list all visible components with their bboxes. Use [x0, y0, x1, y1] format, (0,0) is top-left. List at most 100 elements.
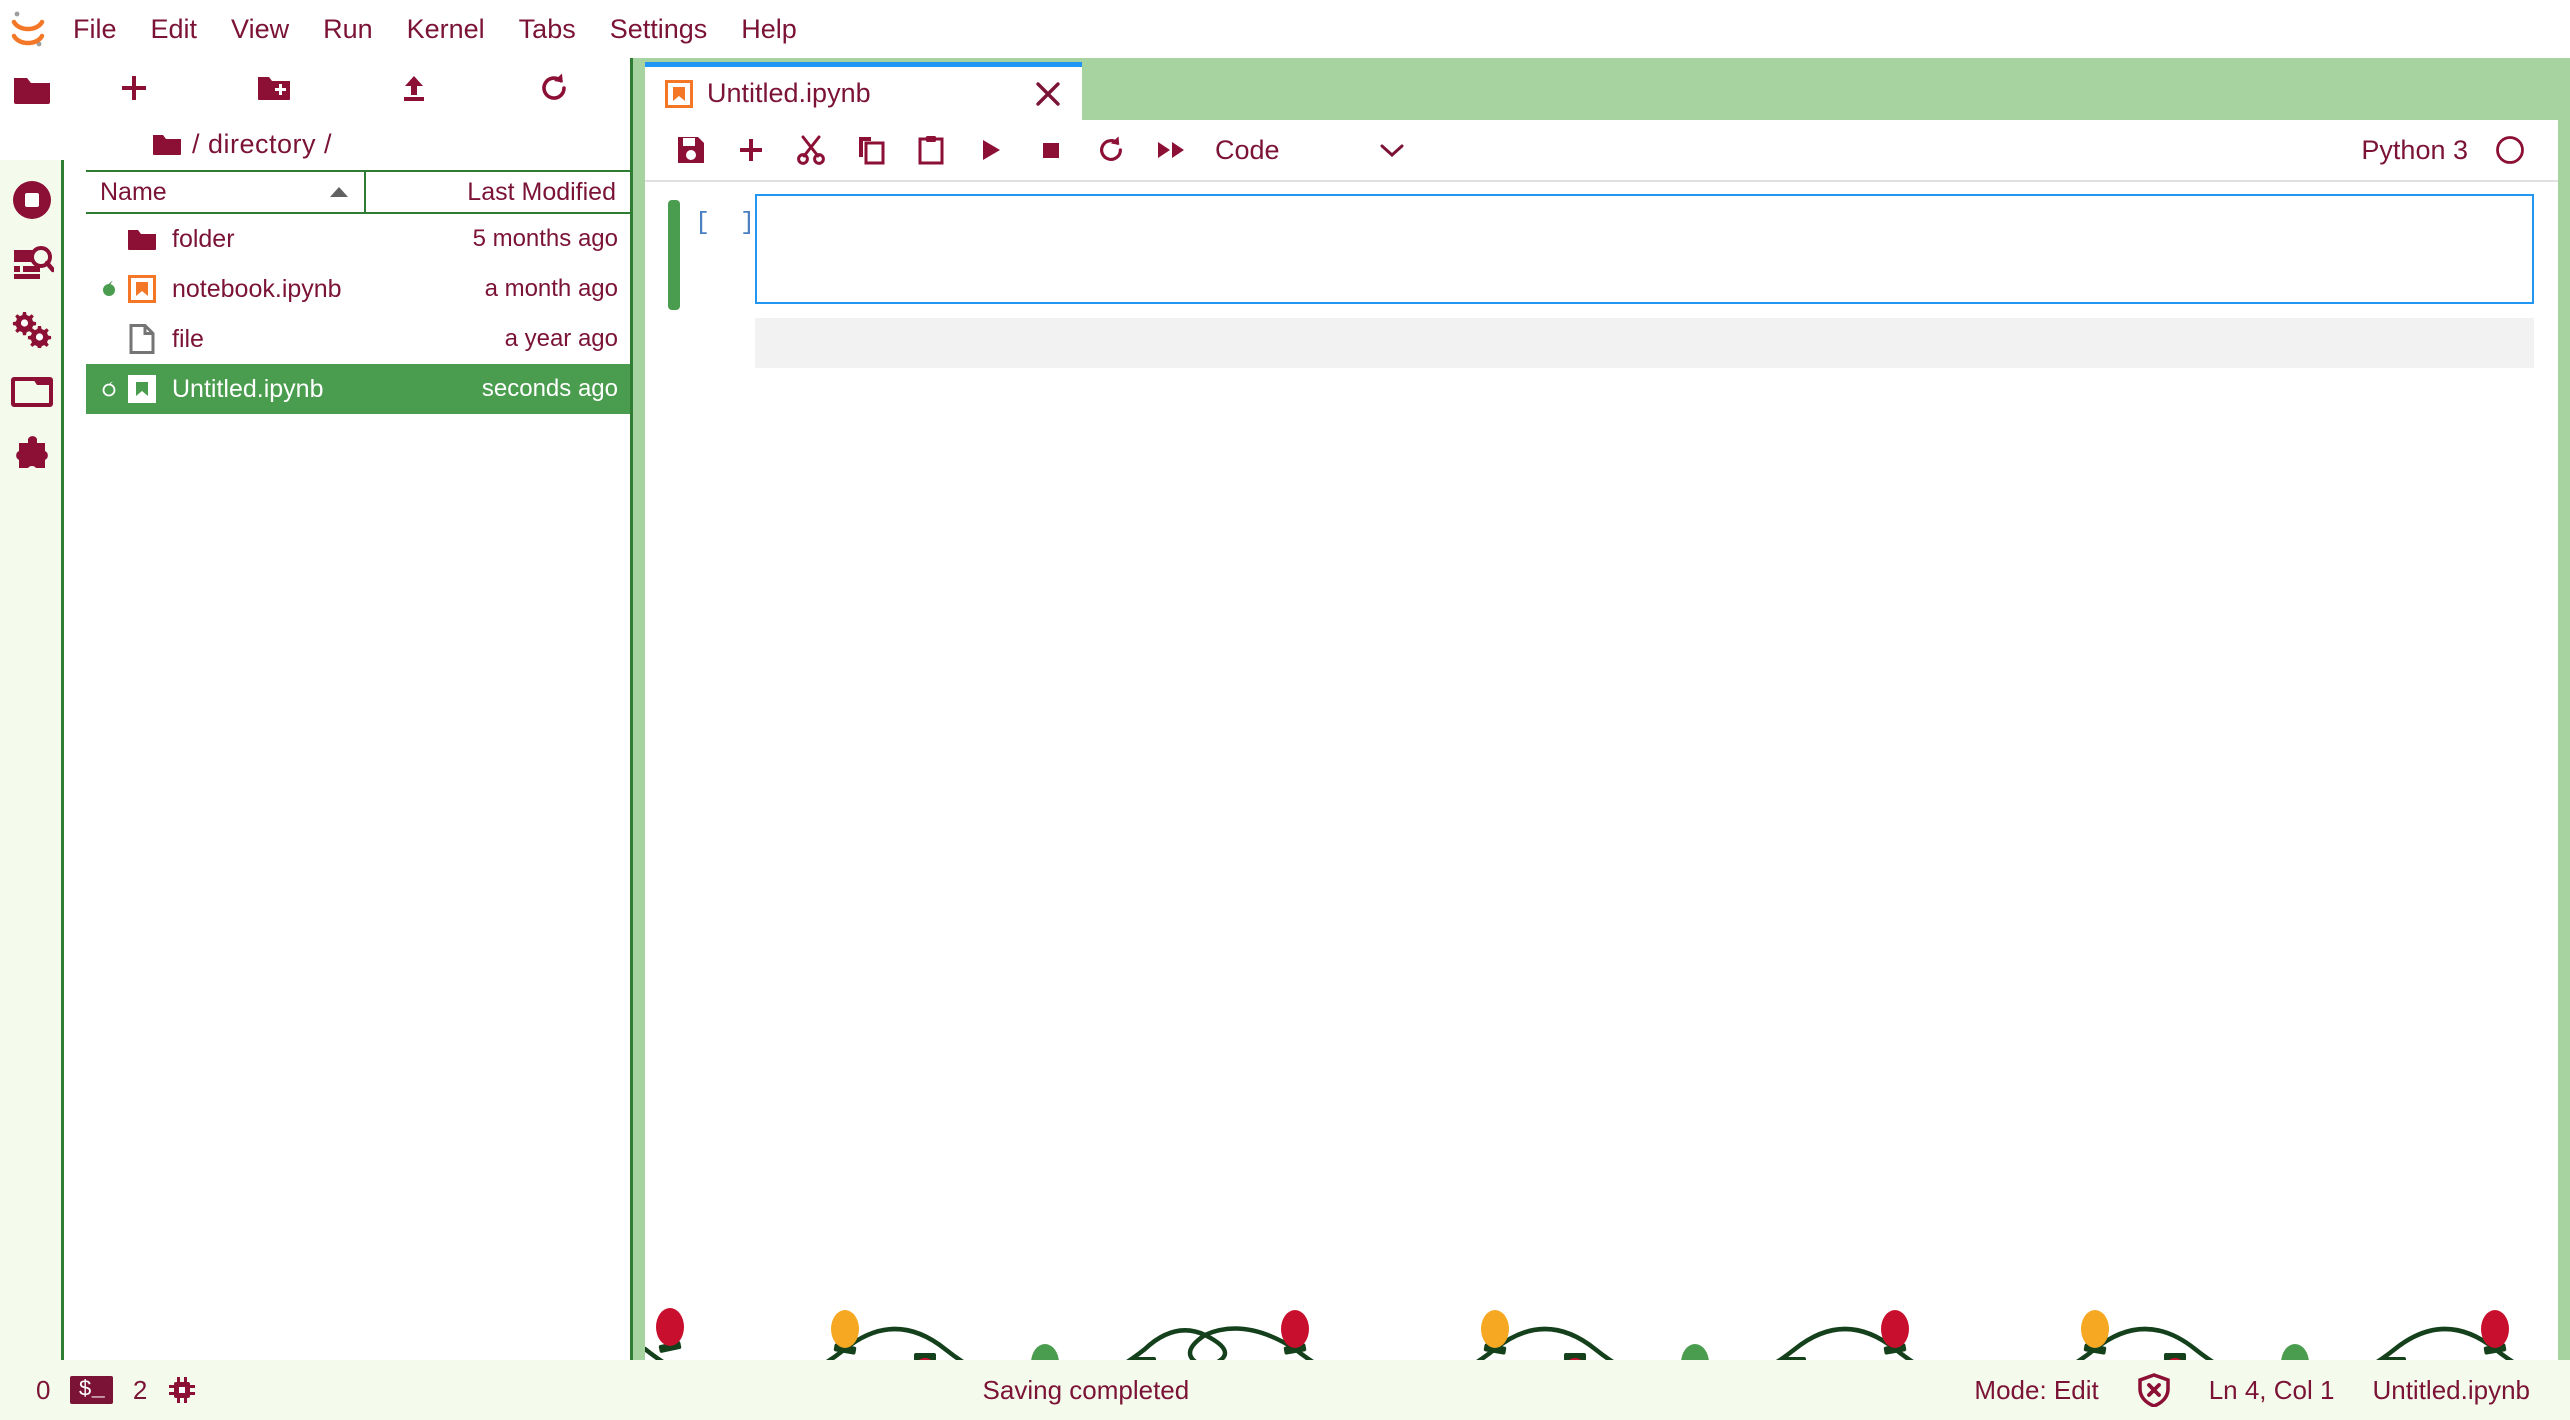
menu-item-view[interactable]: View — [214, 0, 306, 58]
kernel-indicator: Python 3 — [2361, 134, 2558, 166]
activity-bar — [0, 58, 64, 1420]
fast-forward-icon — [1158, 142, 1184, 158]
status-bar-center: Saving completed — [197, 1375, 1974, 1406]
list-item[interactable]: notebook.ipynb a month ago — [86, 264, 630, 314]
dock-area: Untitled.ipynb Code Python 3 []: — [633, 58, 2570, 1420]
refresh-icon — [542, 73, 566, 100]
status-bar-filename[interactable]: Untitled.ipynb — [2372, 1375, 2530, 1406]
bulb-red-up-4 — [2481, 1310, 2509, 1355]
tab-untitled-ipynb[interactable]: Untitled.ipynb — [645, 62, 1082, 120]
terminal-icon[interactable]: $_ — [70, 1376, 113, 1404]
cpu-chip-icon[interactable] — [167, 1375, 197, 1405]
save-button[interactable] — [661, 119, 721, 181]
list-item[interactable]: folder 5 months ago — [86, 214, 630, 264]
notebook-icon — [122, 275, 162, 303]
list-item-name: notebook.ipynb — [172, 274, 342, 303]
refresh-button[interactable] — [484, 58, 624, 118]
new-folder-button[interactable] — [204, 58, 344, 118]
list-item-name: file — [172, 324, 204, 353]
insert-cell-button[interactable] — [721, 119, 781, 181]
upload-button[interactable] — [344, 58, 484, 118]
list-item-modified: 5 months ago — [472, 225, 618, 252]
notebook-cell[interactable]: [ ]: — [645, 182, 2558, 310]
sidebar-item-extension-manager[interactable] — [0, 424, 64, 488]
breadcrumb-path: / directory / — [192, 128, 333, 159]
terminals-count[interactable]: 0 — [36, 1375, 50, 1406]
list-item-name: folder — [172, 224, 235, 253]
sidebar-item-open-tabs[interactable] — [0, 360, 64, 424]
gears-icon — [12, 312, 52, 348]
kernel-name[interactable]: Python 3 — [2361, 135, 2468, 166]
breadcrumb[interactable]: / directory / — [64, 118, 630, 170]
notebook-mode[interactable]: Mode: Edit — [1974, 1375, 2098, 1406]
file-browser-list: folder 5 months ago notebook.ipynb a mon… — [86, 214, 630, 414]
sidebar-item-table-of-contents[interactable] — [0, 232, 64, 296]
document-search-icon — [14, 246, 54, 279]
tab-bar: Untitled.ipynb — [633, 58, 2570, 120]
bulb-orange-up-3 — [2081, 1310, 2109, 1355]
file-browser-panel: / directory / Name Last Modified folder … — [64, 58, 633, 1360]
bulb-red-up-2 — [1281, 1310, 1309, 1355]
restart-and-run-all-button[interactable] — [1141, 119, 1201, 181]
upload-icon — [404, 76, 424, 101]
notebook-icon — [122, 375, 162, 403]
menu-item-kernel[interactable]: Kernel — [390, 0, 502, 58]
scissors-icon — [797, 135, 825, 165]
chevron-down-icon — [1380, 144, 1404, 158]
copy-cells-button[interactable] — [841, 119, 901, 181]
list-item-selected[interactable]: Untitled.ipynb seconds ago — [86, 364, 630, 414]
status-message: Saving completed — [982, 1374, 1190, 1405]
active-cell-indicator — [668, 200, 680, 310]
kernels-count[interactable]: 2 — [133, 1375, 147, 1406]
notebook-cell-list: [ ]: — [645, 182, 2558, 368]
restart-kernel-button[interactable] — [1081, 119, 1141, 181]
cell-code-editor[interactable] — [755, 194, 2534, 304]
sidebar-item-running-sessions[interactable] — [0, 296, 64, 360]
paste-cells-button[interactable] — [901, 119, 961, 181]
plus-icon — [122, 76, 146, 100]
kernel-running-dot-icon — [96, 280, 122, 298]
interrupt-kernel-button[interactable] — [1021, 119, 1081, 181]
menu-item-edit[interactable]: Edit — [134, 0, 215, 58]
cursor-position[interactable]: Ln 4, Col 1 — [2209, 1375, 2335, 1406]
file-browser-toolbar — [64, 58, 630, 118]
file-browser-header-row: Name Last Modified — [86, 170, 630, 214]
paste-icon — [918, 136, 944, 165]
menu-item-file[interactable]: File — [56, 0, 134, 58]
sidebar-item-file-browser[interactable] — [0, 58, 64, 122]
save-icon — [678, 137, 704, 163]
jupyterlab-window: File Edit View Run Kernel Tabs Settings … — [0, 0, 2570, 1420]
menu-item-settings[interactable]: Settings — [593, 0, 725, 58]
menu-bar: File Edit View Run Kernel Tabs Settings … — [0, 0, 2570, 58]
column-header-name[interactable]: Name — [86, 172, 366, 212]
menu-item-run[interactable]: Run — [306, 0, 390, 58]
menu-item-help[interactable]: Help — [724, 0, 814, 58]
cell-type-select[interactable]: Code — [1215, 119, 1405, 181]
bulb-red-up — [656, 1308, 684, 1353]
cell-type-value: Code — [1215, 134, 1280, 165]
plus-icon — [740, 139, 762, 161]
stop-square-icon — [1043, 143, 1059, 158]
column-header-last-modified[interactable]: Last Modified — [366, 172, 630, 212]
cut-cells-button[interactable] — [781, 119, 841, 181]
puzzle-piece-icon — [16, 436, 48, 468]
stop-circle-icon — [13, 181, 51, 219]
folder-filled-icon — [122, 227, 162, 251]
kernel-idle-circle-icon[interactable] — [2494, 134, 2526, 166]
run-cell-button[interactable] — [961, 119, 1021, 181]
tab-label: Untitled.ipynb — [707, 78, 871, 108]
sidebar-item-running-terminals[interactable] — [0, 168, 64, 232]
status-bar: 0 $_ 2 Saving completed Mode: Edit Ln 4,… — [0, 1360, 2570, 1420]
new-launcher-button[interactable] — [64, 58, 204, 118]
menu-item-tabs[interactable]: Tabs — [502, 0, 593, 58]
close-icon[interactable] — [1026, 81, 1070, 107]
cell-output-area — [755, 318, 2534, 368]
list-item[interactable]: file a year ago — [86, 314, 630, 364]
bulb-orange-up-2 — [1481, 1310, 1509, 1355]
shield-x-icon[interactable] — [2137, 1373, 2171, 1407]
column-header-name-label: Name — [100, 177, 167, 206]
bulb-orange-up — [831, 1310, 859, 1355]
jupyter-logo-icon — [0, 0, 56, 58]
copy-icon — [859, 137, 885, 165]
column-header-last-modified-label: Last Modified — [467, 177, 616, 206]
